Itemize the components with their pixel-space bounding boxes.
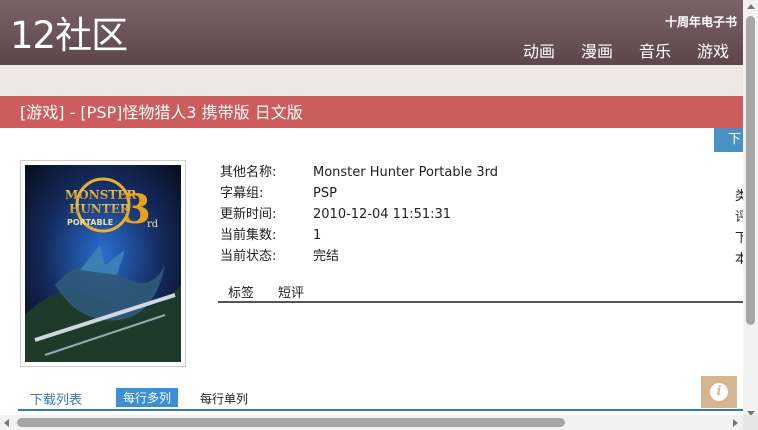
info-edge-text: 下 — [735, 231, 743, 246]
vertical-scrollbar[interactable] — [743, 0, 758, 430]
scroll-left-arrow-icon[interactable] — [4, 419, 9, 427]
page-title: [游戏] - [PSP]怪物猎人3 携带版 日文版 — [0, 96, 743, 128]
info-label: 其他名称: — [220, 165, 277, 180]
info-value: 1 — [313, 228, 322, 243]
anniversary-ebook-link[interactable]: 十周年电子书 — [665, 13, 737, 30]
vertical-scroll-thumb[interactable] — [746, 16, 755, 325]
info-value: Monster Hunter Portable 3rd — [313, 165, 498, 180]
cover-image: MONSTER HUNTER PORTABLE 3 rd — [20, 160, 186, 367]
cover-title-line2: HUNTER — [69, 202, 131, 216]
nav-manga[interactable]: 漫画 — [581, 38, 613, 62]
download-list-bar: 下载列表 每行多列 每行单列 — [18, 388, 743, 411]
cover-suffix: rd — [147, 219, 159, 230]
info-edge-text: 本 — [735, 252, 743, 267]
info-icon: i — [710, 383, 728, 401]
info-label: 更新时间: — [220, 207, 277, 222]
nav-game[interactable]: 游戏 — [697, 38, 729, 62]
download-button[interactable]: 下 — [714, 128, 743, 152]
main-nav: 动画 漫画 音乐 游戏 — [523, 38, 729, 62]
site-header: 12社区 十周年电子书 动画 漫画 音乐 游戏 — [0, 0, 743, 65]
sub-header-strip — [0, 65, 743, 96]
info-value: PSP — [313, 186, 337, 201]
site-logo[interactable]: 12社区 — [10, 12, 128, 60]
tab-tags[interactable]: 标签 — [228, 282, 254, 301]
scrollbar-corner — [743, 415, 758, 430]
info-label: 当前状态: — [220, 249, 277, 264]
info-value: 完结 — [313, 249, 340, 264]
detail-tabs: 标签 短评 — [218, 282, 743, 303]
download-list-label[interactable]: 下载列表 — [30, 389, 82, 408]
info-label: 字幕组: — [220, 186, 264, 201]
single-column-toggle[interactable]: 每行单列 — [200, 390, 248, 407]
info-edge-text: 类 — [735, 189, 743, 204]
info-value: 2010-12-04 11:51:31 — [313, 207, 452, 222]
info-edge-text: 评 — [735, 210, 743, 225]
scroll-right-arrow-icon[interactable] — [733, 419, 738, 427]
horizontal-scroll-thumb[interactable] — [17, 418, 565, 427]
tab-short-reviews[interactable]: 短评 — [278, 282, 304, 301]
cover-title-line3: PORTABLE — [67, 218, 113, 227]
info-button[interactable]: i — [701, 376, 737, 408]
nav-music[interactable]: 音乐 — [639, 38, 671, 62]
scroll-up-arrow-icon[interactable] — [747, 4, 755, 9]
horizontal-scrollbar[interactable] — [0, 415, 743, 430]
info-label: 当前集数: — [220, 228, 277, 243]
multi-column-toggle[interactable]: 每行多列 — [116, 388, 179, 407]
nav-anime[interactable]: 动画 — [523, 38, 555, 62]
